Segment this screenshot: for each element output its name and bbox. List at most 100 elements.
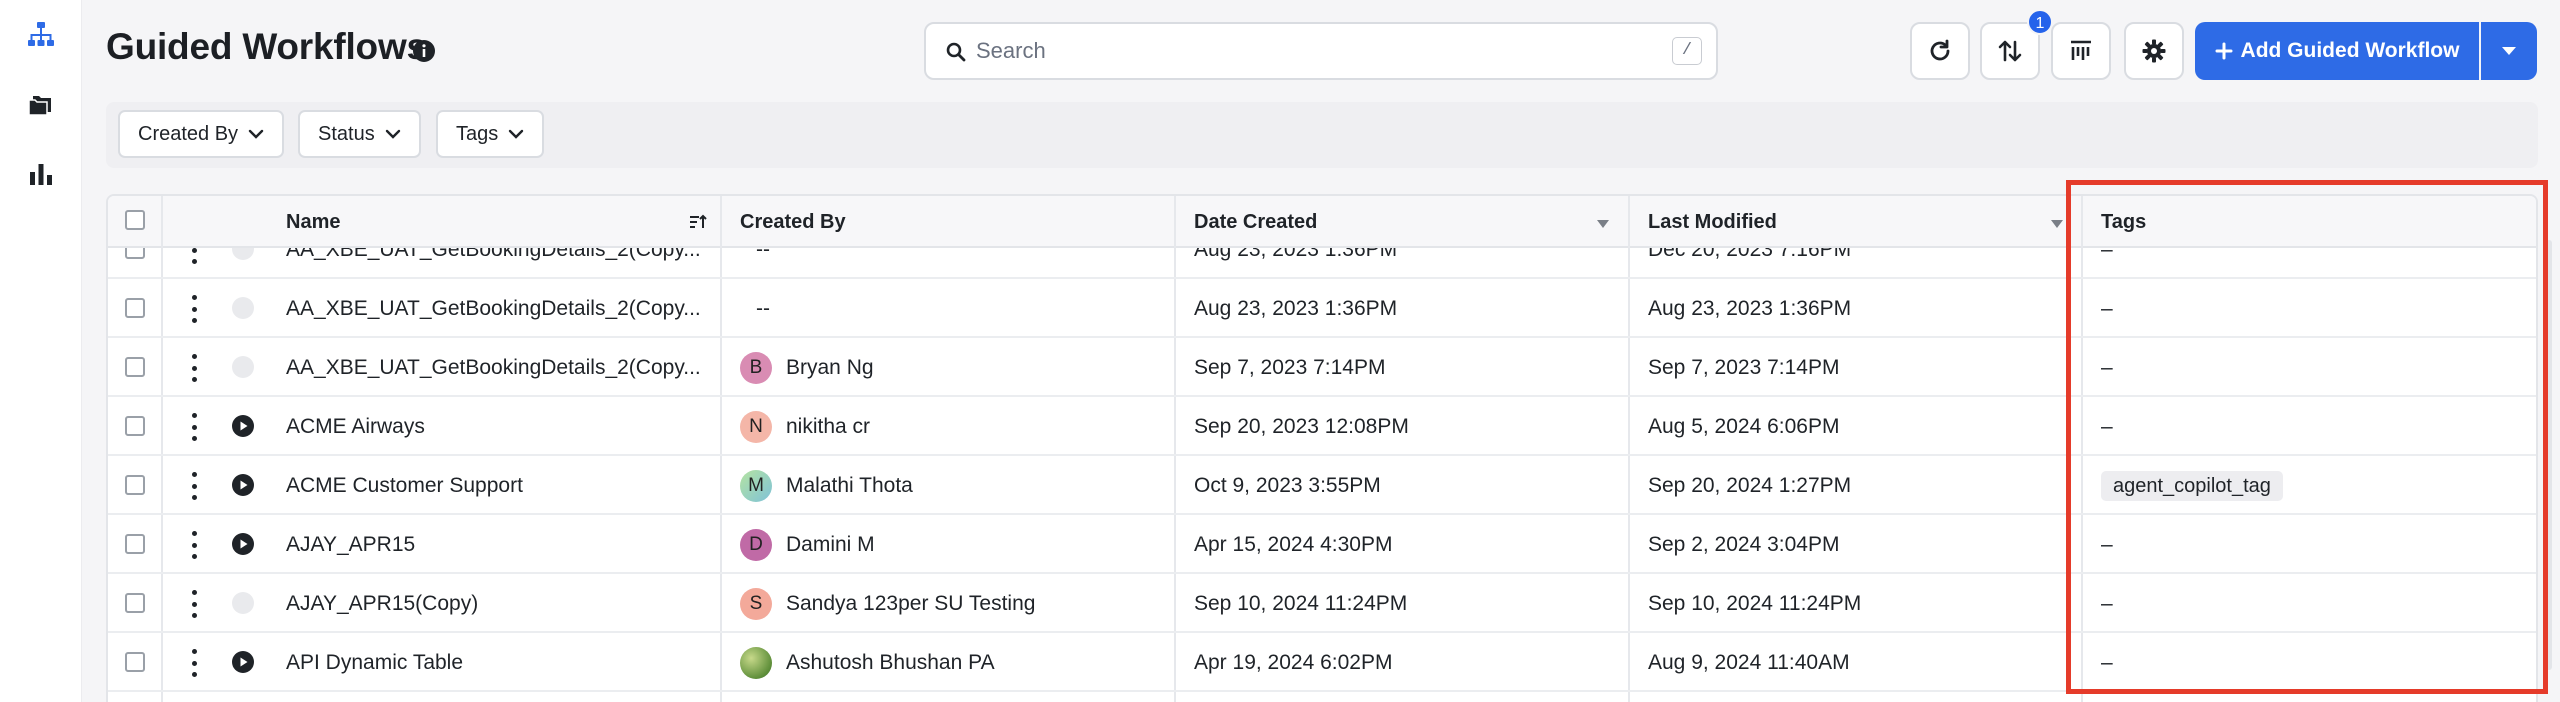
row-name[interactable]: AJAY_APR15(Copy) (286, 574, 478, 633)
table-row[interactable]: AA_XBE_UAT_GetBookingDetails_2(Copy... B… (108, 338, 2536, 397)
row-last-modified: Aug 23, 2023 1:36PM (1648, 297, 1852, 320)
row-name[interactable]: AA_XBE_UAT_GetBookingDetails_2(Copy... (286, 248, 701, 279)
table-row[interactable]: ACME Airways N nikitha cr Sep 20, 2023 1… (108, 397, 2536, 456)
chevron-down-icon (509, 129, 524, 139)
row-actions-icon[interactable] (188, 413, 200, 441)
row-created-by: Ashutosh Bhushan PA (786, 651, 995, 674)
row-name[interactable]: API Dynamic Table (286, 633, 463, 692)
table-row[interactable]: API Dynamic Table Ashutosh Bhushan PA Ap… (108, 633, 2536, 692)
bar-chart-icon[interactable] (22, 155, 60, 193)
row-name[interactable]: AJAY_APR15 (286, 515, 415, 574)
avatar: S (740, 588, 772, 620)
folders-icon[interactable] (22, 85, 60, 123)
table-row[interactable]: AJAY_APR15(Copy) S Sandya 123per SU Test… (108, 574, 2536, 633)
avatar: D (740, 529, 772, 561)
column-header-tags[interactable]: Tags (2101, 196, 2146, 248)
filter-label: Status (318, 122, 375, 145)
sort-ascending-icon[interactable] (688, 212, 708, 232)
add-guided-workflow-button[interactable]: Add Guided Workflow (2195, 22, 2479, 80)
row-actions-icon[interactable] (188, 531, 200, 559)
search-box: / (924, 22, 1718, 80)
filter-status[interactable]: Status (298, 110, 421, 158)
info-icon[interactable] (412, 39, 436, 63)
search-shortcut-hint: / (1672, 37, 1702, 65)
row-checkbox[interactable] (125, 248, 145, 259)
select-all-checkbox[interactable] (125, 210, 145, 230)
row-created-by: Malathi Thota (786, 474, 913, 497)
table-row[interactable]: AA_XBE_UAT_GetBookingDetails_2(Copy... -… (108, 248, 2536, 279)
table-body: AA_XBE_UAT_GetBookingDetails_2(Copy... -… (108, 248, 2536, 702)
row-actions-icon[interactable] (188, 248, 200, 264)
row-tags: – (2101, 533, 2113, 556)
filter-created-by[interactable]: Created By (118, 110, 285, 158)
columns-icon (2071, 40, 2091, 60)
page-title: Guided Workflows (106, 26, 427, 67)
add-options-dropdown-button[interactable] (2481, 22, 2537, 80)
row-actions-icon[interactable] (188, 354, 200, 382)
row-created-by: Sandya 123per SU Testing (786, 592, 1036, 615)
table-row[interactable]: AJAY_APR15 D Damini M Apr 15, 2024 4:30P… (108, 515, 2536, 574)
play-icon[interactable] (232, 533, 254, 555)
row-date-created: Sep 7, 2023 7:14PM (1194, 356, 1386, 379)
search-icon (946, 42, 966, 62)
filter-caret-icon[interactable] (1596, 216, 1610, 234)
row-last-modified: Aug 9, 2024 11:40AM (1648, 651, 1850, 674)
table-header: Name Created By Date Created Last Modifi… (108, 196, 2536, 248)
add-button-label: Add Guided Workflow (2240, 39, 2460, 62)
workflow-tree-icon[interactable] (22, 15, 60, 53)
row-tags: – (2101, 415, 2113, 438)
play-icon[interactable] (232, 474, 254, 496)
row-checkbox[interactable] (125, 534, 145, 554)
row-date-created: Sep 10, 2024 11:24PM (1194, 592, 1408, 615)
column-header-last-modified[interactable]: Last Modified (1648, 196, 1777, 248)
row-checkbox[interactable] (125, 593, 145, 613)
row-last-modified: Sep 7, 2023 7:14PM (1648, 356, 1840, 379)
refresh-button[interactable] (1910, 22, 1970, 80)
column-header-name[interactable]: Name (286, 196, 340, 248)
filter-caret-icon[interactable] (2050, 216, 2064, 234)
table-row[interactable]: ACME Customer Support M Malathi Thota Oc… (108, 456, 2536, 515)
gear-icon (2142, 39, 2166, 63)
row-checkbox[interactable] (125, 416, 145, 436)
column-settings-button[interactable] (2051, 22, 2111, 80)
sort-count-badge: 1 (2027, 9, 2053, 35)
row-last-modified: Sep 20, 2024 1:27PM (1648, 474, 1852, 497)
filter-label: Tags (456, 122, 499, 145)
status-inactive-icon (232, 356, 254, 378)
row-name[interactable]: ACME Customer Support (286, 456, 523, 515)
play-icon[interactable] (232, 651, 254, 673)
chevron-down-icon (248, 129, 264, 139)
row-checkbox[interactable] (125, 298, 145, 318)
settings-button[interactable] (2124, 22, 2184, 80)
tag-chip[interactable]: agent_copilot_tag (2101, 471, 2283, 502)
row-checkbox[interactable] (125, 475, 145, 495)
avatar: M (740, 470, 772, 502)
filter-label: Created By (138, 122, 239, 145)
status-inactive-icon (232, 297, 254, 319)
filter-tags[interactable]: Tags (436, 110, 545, 158)
row-tags: – (2101, 356, 2113, 379)
column-header-date-created[interactable]: Date Created (1194, 196, 1317, 248)
row-date-created: Aug 23, 2023 1:36PM (1194, 297, 1398, 320)
search-input[interactable] (976, 24, 1666, 78)
row-actions-icon[interactable] (188, 295, 200, 323)
row-checkbox[interactable] (125, 652, 145, 672)
play-icon[interactable] (232, 415, 254, 437)
row-actions-icon[interactable] (188, 649, 200, 677)
row-last-modified: Sep 2, 2024 3:04PM (1648, 533, 1840, 556)
table-row[interactable]: AA_XBE_UAT_GetBookingDetails_2(Copy... -… (108, 279, 2536, 338)
row-created-by: Bryan Ng (786, 356, 874, 379)
sort-arrows-icon (1998, 40, 2022, 62)
row-tags: – (2101, 297, 2113, 320)
vertical-scrollbar[interactable] (2546, 240, 2552, 670)
row-name[interactable]: ACME Airways (286, 397, 425, 456)
row-created-by: -- (756, 248, 770, 261)
row-name[interactable]: AA_XBE_UAT_GetBookingDetails_2(Copy... (286, 279, 701, 338)
plus-icon (2215, 42, 2233, 60)
column-header-created-by[interactable]: Created By (740, 196, 846, 248)
row-name[interactable]: AA_XBE_UAT_GetBookingDetails_2(Copy... (286, 338, 701, 397)
row-checkbox[interactable] (125, 357, 145, 377)
row-tags: – (2101, 248, 2113, 261)
row-actions-icon[interactable] (188, 472, 200, 500)
row-actions-icon[interactable] (188, 590, 200, 618)
